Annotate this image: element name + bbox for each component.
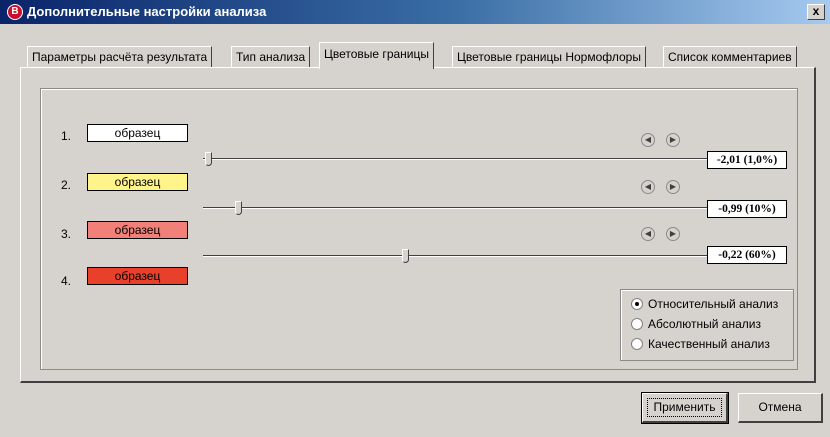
app-logo-icon: B: [7, 4, 23, 20]
threshold-value-2: -0,99 (10%): [707, 200, 787, 218]
slider-thumb-2[interactable]: [235, 201, 243, 215]
slider-thumb-1[interactable]: [205, 152, 213, 166]
radio-button[interactable]: [631, 338, 643, 350]
cancel-button-label: Отмена: [758, 400, 802, 414]
radio-button[interactable]: [631, 298, 643, 310]
color-swatch-4[interactable]: образец: [87, 267, 188, 285]
tab-comments-list[interactable]: Список комментариев: [663, 46, 797, 68]
slider-track-2: [203, 207, 707, 209]
arrow-left-icon[interactable]: ◀: [641, 227, 655, 241]
slider-thumb-3[interactable]: [401, 249, 409, 263]
tab-color-bounds-normoflora[interactable]: Цветовые границы Нормофлоры: [452, 46, 646, 68]
tab-calc-params[interactable]: Параметры расчёта результата: [27, 46, 213, 68]
arrow-right-icon[interactable]: ▶: [666, 180, 680, 194]
color-swatch-1[interactable]: образец: [87, 124, 188, 142]
radio-label: Абсолютный анализ: [648, 317, 761, 331]
apply-button[interactable]: Применить: [641, 392, 729, 424]
radio-label: Качественный анализ: [648, 337, 770, 351]
window-title: Дополнительные настройки анализа: [27, 4, 267, 19]
color-swatch-2[interactable]: образец: [87, 173, 188, 191]
threshold-value-1: -2,01 (1,0%): [707, 151, 787, 169]
dialog-window: B Дополнительные настройки анализа x Пар…: [0, 0, 830, 437]
tab-analysis-type[interactable]: Тип анализа: [231, 46, 311, 68]
row-number: 1.: [61, 129, 72, 143]
row-number: 3.: [61, 227, 72, 241]
radio-button[interactable]: [631, 318, 643, 330]
apply-button-label: Применить: [653, 400, 716, 414]
tab-color-bounds[interactable]: Цветовые границы: [319, 42, 434, 69]
radio-label: Относительный анализ: [648, 297, 779, 311]
arrow-right-icon[interactable]: ▶: [666, 133, 680, 147]
threshold-value-3: -0,22 (60%): [707, 246, 787, 264]
analysis-mode-group: Относительный анализ Абсолютный анализ К…: [620, 289, 794, 361]
arrow-right-icon[interactable]: ▶: [666, 227, 680, 241]
row-number: 2.: [61, 178, 72, 192]
slider-track-3: [203, 255, 707, 257]
close-button[interactable]: x: [807, 4, 825, 20]
cancel-button[interactable]: Отмена: [738, 393, 823, 423]
title-bar: B Дополнительные настройки анализа x: [0, 0, 830, 24]
slider-track-1: [203, 158, 707, 160]
row-number: 4.: [61, 274, 72, 288]
arrow-left-icon[interactable]: ◀: [641, 133, 655, 147]
arrow-left-icon[interactable]: ◀: [641, 180, 655, 194]
color-swatch-3[interactable]: образец: [87, 221, 188, 239]
